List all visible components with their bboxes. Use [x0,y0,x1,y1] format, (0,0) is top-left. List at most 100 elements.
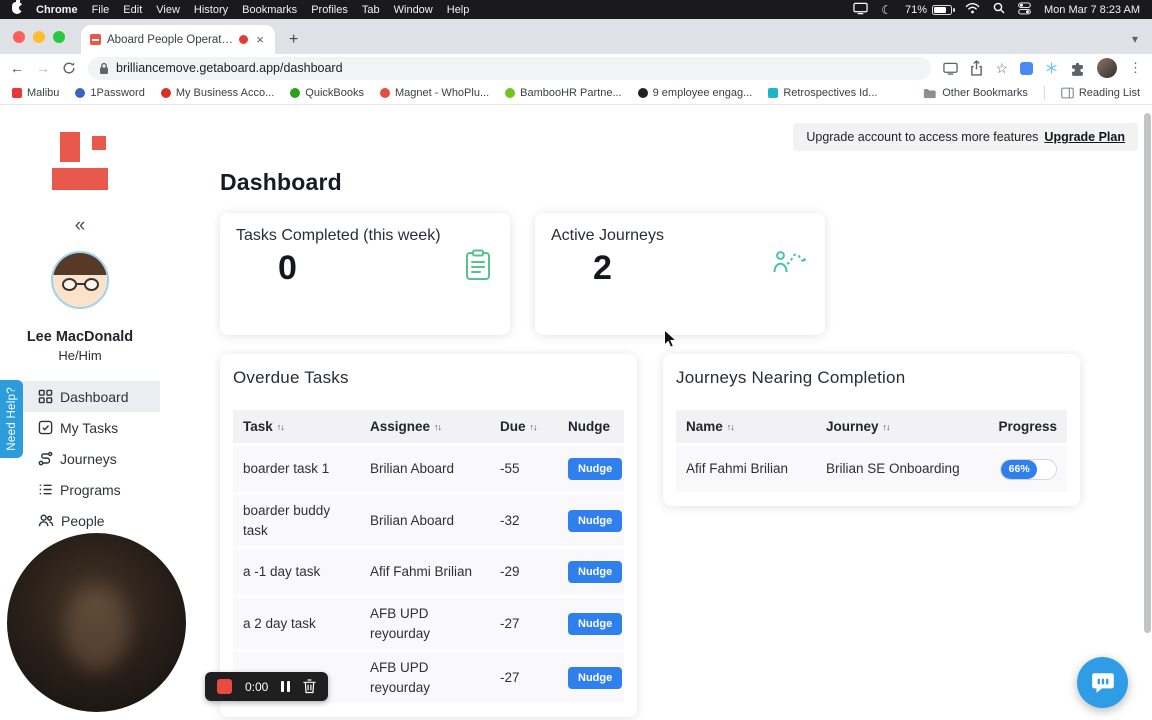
share-icon[interactable] [970,60,983,76]
browser-menu-kebab-icon[interactable]: ⋮ [1129,60,1142,76]
sort-icon[interactable]: ↑↓ [727,422,735,432]
column-header-journey[interactable]: Journey ↑↓ [826,419,998,434]
menu-history[interactable]: History [194,4,228,16]
stop-recording-button[interactable] [217,679,232,694]
menu-help[interactable]: Help [447,4,470,16]
column-header-nudge: Nudge [568,419,610,434]
pause-recording-button[interactable] [281,681,291,692]
scrollbar-thumb[interactable] [1144,113,1151,633]
bookmark-item[interactable]: My Business Acco... [160,87,274,99]
stat-card-tasks-completed: Tasks Completed (this week) 0 [220,213,510,335]
bookmarks-bar: Malibu 1Password My Business Acco... Qui… [0,82,1152,105]
assignee-cell: Brilian Aboard [370,512,455,528]
battery-indicator[interactable]: 71% [905,4,955,16]
menu-file[interactable]: File [92,4,110,16]
forward-button[interactable]: → [36,61,50,75]
bookmark-item[interactable]: QuickBooks [290,87,364,99]
sort-icon[interactable]: ↑↓ [883,422,891,432]
upgrade-banner: Upgrade account to access more features … [793,123,1138,151]
tab-recording-icon [239,35,249,44]
column-header-due[interactable]: Due ↑↓ [500,419,560,434]
user-pronouns: He/Him [58,348,102,363]
nudge-button[interactable]: Nudge [568,561,623,584]
card-title: Journeys Nearing Completion [676,368,906,387]
extension-snowflake-icon[interactable] [1045,61,1058,75]
sidebar-item-programs[interactable]: Programs [0,474,160,505]
chat-widget-button[interactable] [1077,657,1128,708]
discard-recording-button[interactable] [303,679,317,694]
sidebar-item-my-tasks[interactable]: My Tasks [0,412,160,443]
close-window-button[interactable] [13,31,25,43]
new-tab-button[interactable]: + [283,31,304,49]
zoom-window-button[interactable] [53,31,65,43]
bookmark-item[interactable]: 1Password [75,87,145,99]
column-header-assignee[interactable]: Assignee ↑↓ [370,419,500,434]
nudge-button[interactable]: Nudge [568,458,623,480]
address-bar[interactable]: brilliancemove.getaboard.app/dashboard [88,56,932,80]
wifi-icon[interactable] [965,2,980,17]
display-icon[interactable] [853,2,868,18]
bookmark-star-icon[interactable]: ☆ [995,60,1008,77]
nudge-button[interactable]: Nudge [568,666,623,689]
task-cell: boarder task 1 [243,461,330,477]
reading-list-button[interactable]: Reading List [1060,87,1140,99]
column-header-task[interactable]: Task ↑↓ [243,419,370,434]
menu-profiles[interactable]: Profiles [311,4,348,16]
sidebar-item-dashboard[interactable]: Dashboard [0,381,160,412]
minimize-window-button[interactable] [33,31,45,43]
reload-button[interactable] [62,61,76,75]
due-cell: -55 [500,461,520,477]
user-name: Lee MacDonald [26,329,134,345]
nudge-button[interactable]: Nudge [568,612,623,635]
bookmark-item[interactable]: BambooHR Partne... [505,87,622,99]
overdue-tasks-card: Overdue Tasks Task ↑↓ Assignee ↑↓ Due ↑↓ Nu… [220,354,637,718]
column-header-name[interactable]: Name ↑↓ [686,419,826,434]
folder-icon [924,88,936,99]
sort-icon[interactable]: ↑↓ [530,422,538,432]
assignee-cell: AFB UPD reyourday [370,660,431,695]
control-center-icon[interactable] [1018,1,1031,18]
user-avatar[interactable] [51,251,109,309]
tab-search-chevron-icon[interactable]: ▾ [1132,32,1138,46]
table-row: Afif Fahmi Brilian Brilian SE Onboarding… [676,446,1067,492]
sort-icon[interactable]: ↑↓ [277,422,285,432]
apple-menu[interactable] [12,0,25,17]
sidebar-item-people[interactable]: People [0,505,160,536]
nudge-button[interactable]: Nudge [568,509,623,532]
bookmark-item[interactable]: Magnet - WhoPlu... [379,87,489,99]
bookmark-favicon [12,88,22,98]
page-scrollbar[interactable] [1143,105,1152,720]
journeys-nearing-completion-card: Journeys Nearing Completion Name ↑↓ Journ… [663,354,1080,506]
profile-avatar[interactable] [1097,58,1117,78]
spotlight-search-icon[interactable] [993,2,1005,17]
tab-close-icon[interactable]: × [254,32,266,47]
back-button[interactable]: ← [10,61,24,75]
menu-edit[interactable]: Edit [123,4,142,16]
bookmark-favicon [379,88,390,98]
main-content: Upgrade account to access more features … [160,105,1152,720]
extensions-puzzle-icon[interactable] [1070,61,1085,76]
menu-clock[interactable]: Mon Mar 7 8:23 AM [1044,4,1140,16]
upgrade-plan-link[interactable]: Upgrade Plan [1044,130,1125,144]
app-logo[interactable] [52,132,108,190]
bookmark-item[interactable]: Malibu [12,87,59,99]
menu-chrome[interactable]: Chrome [36,4,78,16]
browser-tab[interactable]: Aboard People Operations × [81,25,275,54]
sort-icon[interactable]: ↑↓ [434,422,442,432]
do-not-disturb-moon-icon[interactable]: ☾ [881,3,892,17]
need-help-tab[interactable]: Need Help? [0,380,23,458]
table-row: a -1 day task Afif Fahmi Brilian -29 Nud… [233,549,624,596]
webcam-face [65,585,129,671]
extension-icon-blue[interactable] [1020,61,1033,75]
sidebar-item-journeys[interactable]: Journeys [0,443,160,474]
sidebar-collapse-button[interactable]: « [0,215,160,237]
media-cast-icon[interactable] [943,62,959,75]
bookmark-item[interactable]: 9 employee engag... [637,87,752,99]
menu-view[interactable]: View [156,4,180,16]
menu-tab[interactable]: Tab [362,4,380,16]
menu-window[interactable]: Window [394,4,433,16]
other-bookmarks-button[interactable]: Other Bookmarks [923,87,1028,99]
webcam-overlay[interactable] [7,533,186,712]
menu-bookmarks[interactable]: Bookmarks [242,4,297,16]
bookmark-item[interactable]: Retrospectives Id... [768,87,877,99]
